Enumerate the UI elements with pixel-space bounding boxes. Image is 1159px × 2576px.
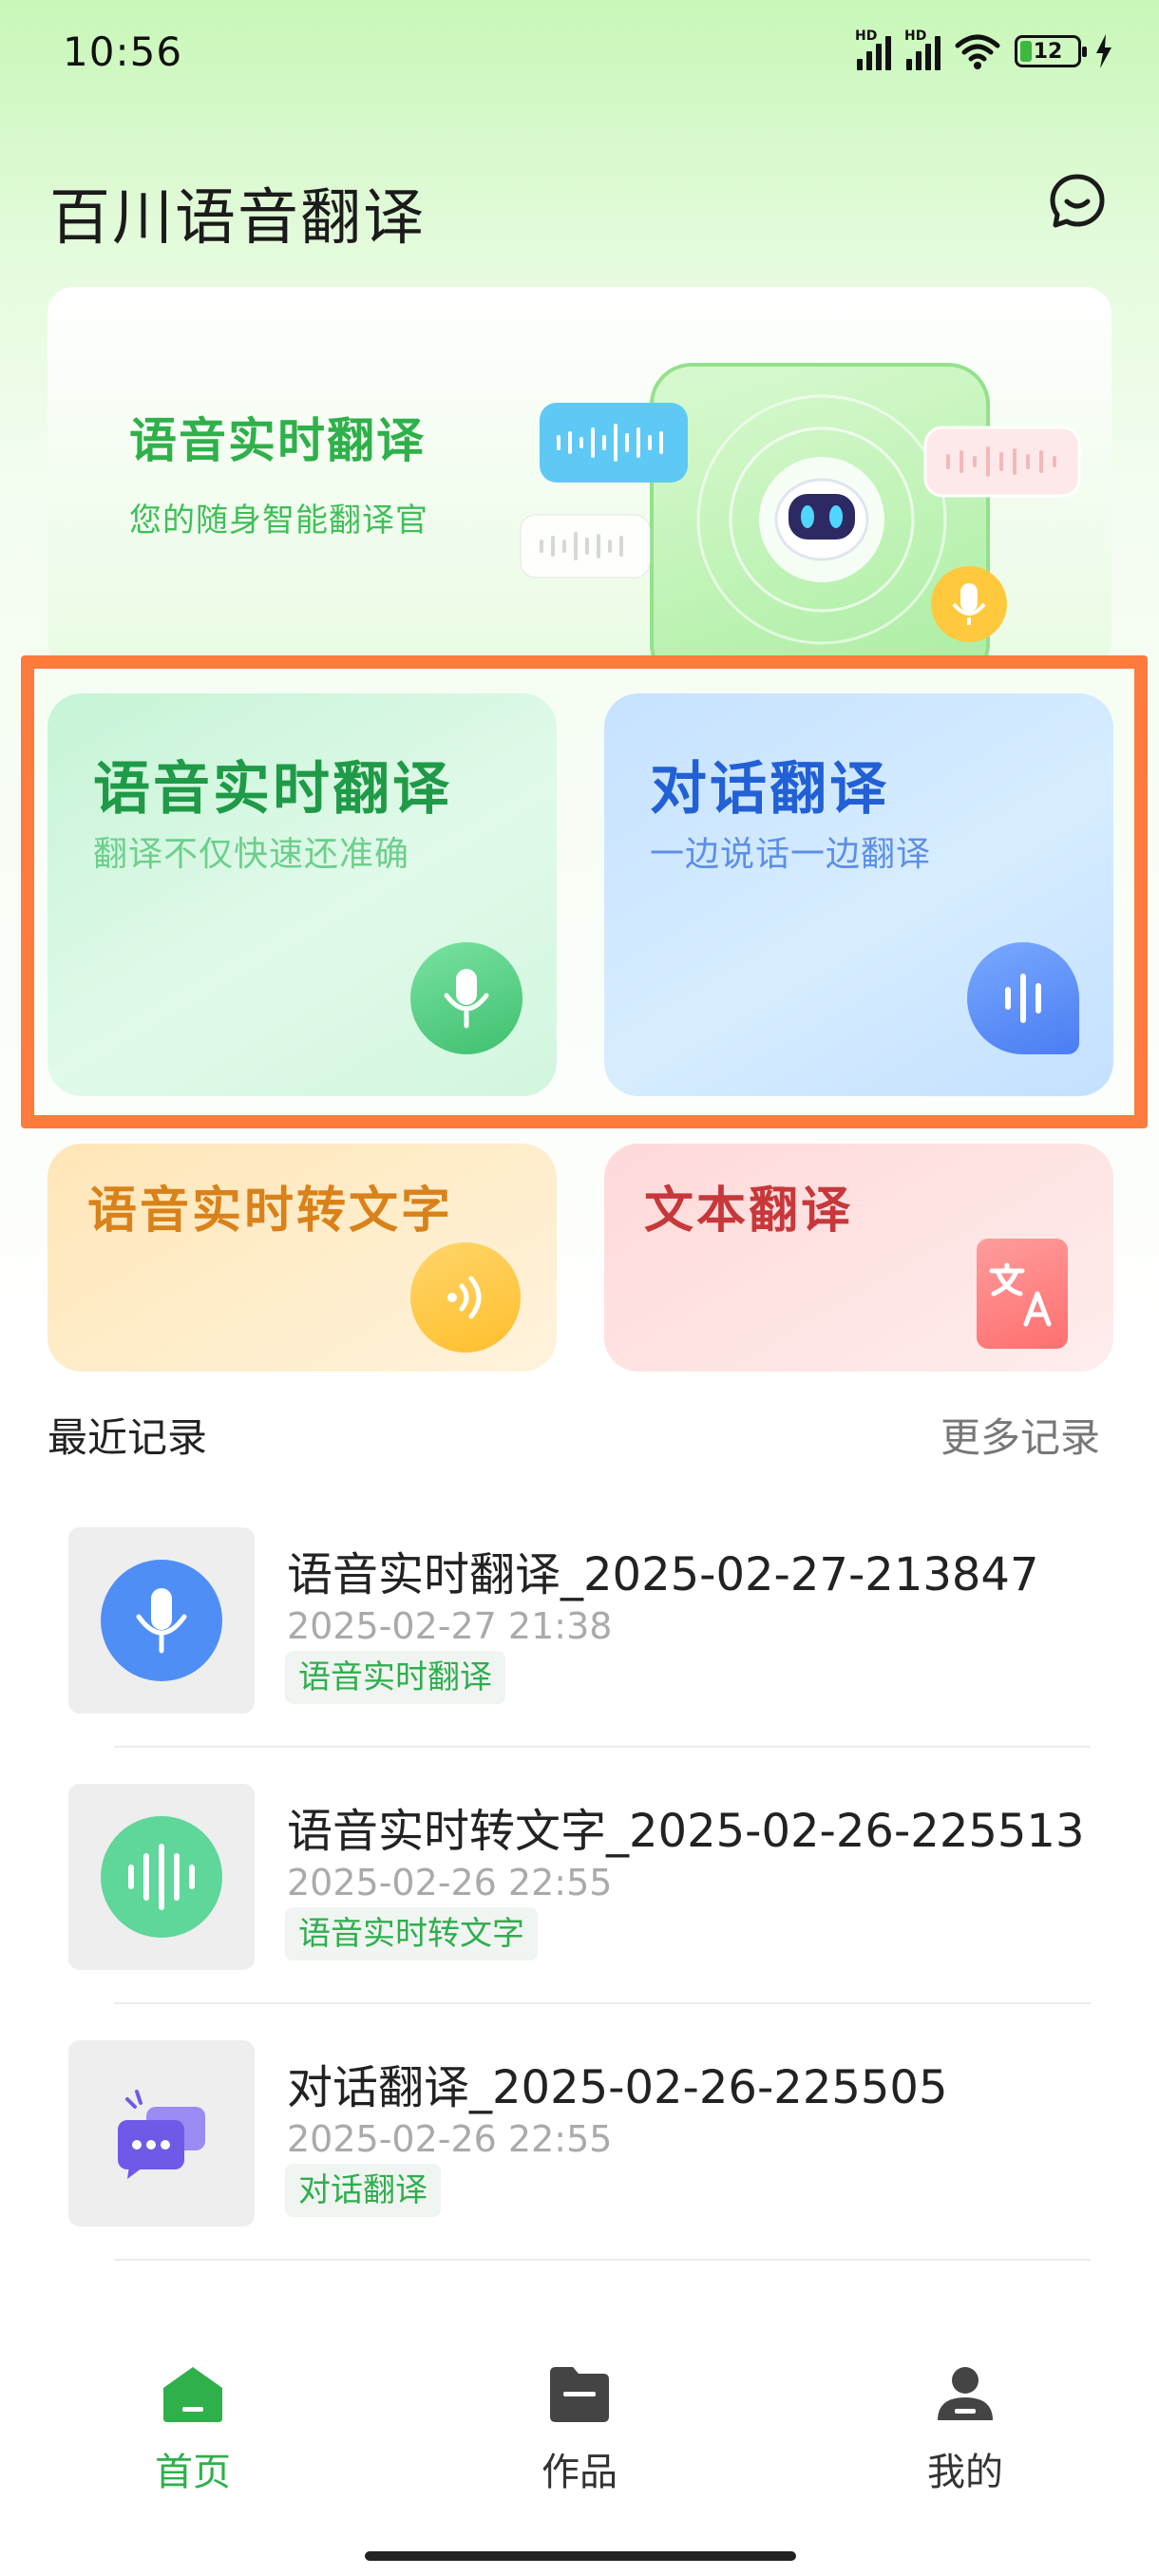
text-translate-card[interactable]: 文本翻译 — [604, 1144, 1113, 1372]
app-title: 百川语音翻译 — [49, 183, 426, 254]
record-tag: 对话翻译 — [285, 2164, 441, 2217]
record-thumbnail — [68, 2040, 255, 2226]
chat-support-icon[interactable] — [1047, 171, 1108, 232]
record-thumbnail — [68, 1784, 255, 1970]
banner-subtitle: 您的随身智能翻译官 — [129, 502, 428, 540]
nav-label: 作品 — [542, 2451, 618, 2494]
banner-title: 语音实时翻译 — [129, 413, 426, 468]
signal-icon: HD — [904, 28, 940, 70]
charging-icon — [1096, 34, 1112, 68]
divider — [114, 2259, 1091, 2261]
signal-icon: HD — [855, 28, 891, 70]
status-time: 10:56 — [63, 28, 183, 75]
recent-records-title: 最近记录 — [48, 1414, 208, 1461]
microphone-icon — [101, 1560, 222, 1681]
record-name: 语音实时转文字_2025-02-26-225513 — [287, 1805, 1085, 1858]
card-subtitle: 一边说话一边翻译 — [650, 835, 932, 874]
voice-wave-bubble-icon — [923, 426, 1081, 498]
user-icon — [938, 2367, 993, 2420]
record-time: 2025-02-26 22:55 — [287, 2118, 613, 2160]
microphone-badge-icon — [931, 566, 1007, 642]
banner[interactable]: 语音实时翻译 您的随身智能翻译官 — [48, 287, 1112, 667]
chat-bubbles-icon — [118, 2090, 205, 2179]
card-title: 对话翻译 — [650, 756, 889, 823]
record-thumbnail — [68, 1527, 255, 1714]
nav-home[interactable]: 首页 — [98, 2365, 288, 2496]
record-tag: 语音实时转文字 — [285, 1907, 538, 1960]
microphone-icon — [410, 942, 522, 1054]
folder-icon — [550, 2367, 609, 2422]
recent-record-item[interactable]: 对话翻译_2025-02-26-225505 2025-02-26 22:55 … — [68, 2040, 1091, 2226]
audio-waves-icon — [410, 1242, 521, 1353]
robot-illustration — [696, 394, 947, 645]
battery-icon: 12 — [1015, 35, 1087, 67]
card-subtitle: 翻译不仅快速还准确 — [93, 835, 410, 874]
dialog-translate-card[interactable]: 对话翻译 一边说话一边翻译 — [604, 693, 1113, 1096]
nav-works[interactable]: 作品 — [484, 2365, 674, 2496]
nav-mine[interactable]: 我的 — [870, 2365, 1060, 2496]
translate-icon — [977, 1239, 1068, 1349]
speech-to-text-card[interactable]: 语音实时转文字 — [48, 1144, 557, 1372]
battery-level: 12 — [1033, 39, 1063, 64]
sound-wave-icon — [967, 942, 1079, 1054]
divider — [114, 1746, 1091, 1748]
recent-record-item[interactable]: 语音实时翻译_2025-02-27-213847 2025-02-27 21:3… — [68, 1527, 1091, 1714]
bottom-navigation: 首页 作品 我的 — [0, 2346, 1159, 2508]
card-title: 文本翻译 — [644, 1183, 854, 1240]
record-time: 2025-02-27 21:38 — [287, 1605, 613, 1647]
wifi-icon — [955, 34, 1000, 69]
home-indicator[interactable] — [365, 2551, 796, 2561]
nav-label: 首页 — [155, 2451, 231, 2494]
card-title: 语音实时转文字 — [87, 1183, 454, 1240]
nav-label: 我的 — [927, 2451, 1003, 2494]
divider — [114, 2002, 1091, 2004]
voice-wave-bubble-icon — [520, 514, 651, 578]
voice-wave-bubble-icon — [540, 403, 688, 483]
recent-record-item[interactable]: 语音实时转文字_2025-02-26-225513 2025-02-26 22:… — [68, 1784, 1091, 1970]
home-icon — [163, 2367, 222, 2422]
voice-realtime-translate-card[interactable]: 语音实时翻译 翻译不仅快速还准确 — [48, 693, 557, 1096]
sound-wave-icon — [101, 1816, 222, 1938]
record-name: 对话翻译_2025-02-26-225505 — [287, 2061, 948, 2114]
record-name: 语音实时翻译_2025-02-27-213847 — [287, 1548, 1039, 1601]
record-tag: 语音实时翻译 — [285, 1651, 505, 1704]
status-icons: HD HD 12 — [855, 28, 1113, 70]
more-records-link[interactable]: 更多记录 — [940, 1406, 1100, 1464]
record-time: 2025-02-26 22:55 — [287, 1862, 613, 1904]
card-title: 语音实时翻译 — [93, 756, 452, 823]
